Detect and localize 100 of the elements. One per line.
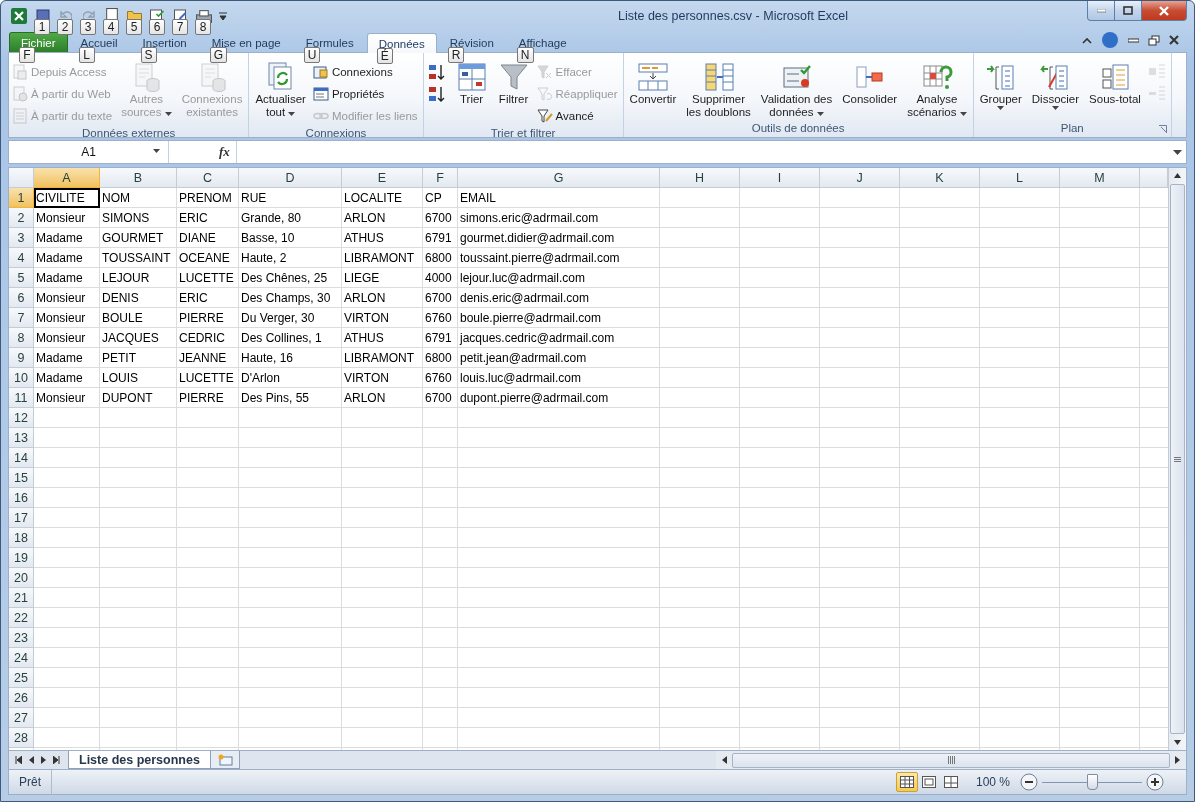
row-header[interactable]: 21 bbox=[9, 588, 34, 608]
table-cell-text: PIERRE bbox=[178, 390, 225, 407]
table-cell-text: PIERRE bbox=[178, 310, 225, 327]
column-header[interactable]: M bbox=[1060, 168, 1140, 188]
ribbon-button[interactable]: Dissocier bbox=[1028, 61, 1083, 110]
column-header bbox=[1140, 168, 1168, 188]
row-header[interactable]: 15 bbox=[9, 468, 34, 488]
ribbon-button[interactable]: Grouper bbox=[976, 61, 1025, 110]
button-label: données bbox=[769, 105, 824, 118]
zoom-level[interactable]: 100 % bbox=[961, 775, 1020, 789]
row-header[interactable]: 13 bbox=[9, 428, 34, 448]
close-icon bbox=[1158, 5, 1170, 16]
ribbon-button[interactable]: Avancé bbox=[536, 106, 620, 126]
ribbon-button[interactable]: Sous-total bbox=[1086, 61, 1144, 106]
row-header[interactable]: 5 bbox=[9, 268, 34, 288]
ribbon-button[interactable]: Filtrer bbox=[494, 61, 533, 106]
group-title: Outils de données bbox=[750, 121, 846, 136]
column-header[interactable]: E bbox=[342, 168, 423, 188]
vertical-scrollbar[interactable] bbox=[1168, 168, 1186, 750]
reapply-filter-icon bbox=[536, 86, 553, 102]
button-label: Validation des bbox=[760, 93, 833, 106]
ribbon-button[interactable]: Convertir bbox=[626, 61, 680, 106]
column-header[interactable]: C bbox=[177, 168, 239, 188]
row-header[interactable]: 6 bbox=[9, 288, 34, 308]
row-header[interactable]: 7 bbox=[9, 308, 34, 328]
row-header[interactable]: 20 bbox=[9, 568, 34, 588]
column-header[interactable]: D bbox=[239, 168, 342, 188]
table-cell-text: TOUSSAINT bbox=[101, 250, 172, 267]
row-header[interactable]: 27 bbox=[9, 708, 34, 728]
row-header[interactable]: 24 bbox=[9, 648, 34, 668]
row-header[interactable]: 28 bbox=[9, 728, 34, 748]
column-header[interactable]: H bbox=[660, 168, 740, 188]
row-header[interactable]: 11 bbox=[9, 388, 34, 408]
grip-icon bbox=[1174, 456, 1181, 462]
keytip-tooltip: L bbox=[78, 47, 95, 63]
view-button[interactable] bbox=[895, 772, 918, 792]
ribbon-button[interactable]: Actualiser tout bbox=[252, 61, 309, 118]
ribbon-button[interactable]: Connexions bbox=[312, 62, 420, 82]
slider-thumb[interactable] bbox=[1087, 774, 1098, 790]
new-sheet-button[interactable] bbox=[210, 751, 240, 769]
table-cell-text: PETIT bbox=[101, 350, 137, 367]
column-header[interactable]: L bbox=[980, 168, 1060, 188]
column-header[interactable]: B bbox=[100, 168, 177, 188]
ribbon-button[interactable]: Validation des données bbox=[757, 61, 836, 118]
table-cell-text: VIRTON bbox=[343, 310, 390, 327]
table-cell-text: ERIC bbox=[178, 210, 209, 227]
row-header[interactable]: 9 bbox=[9, 348, 34, 368]
row-header[interactable]: 23 bbox=[9, 628, 34, 648]
close-button[interactable] bbox=[1141, 1, 1187, 21]
row-header[interactable]: 4 bbox=[9, 248, 34, 268]
row-header[interactable]: 10 bbox=[9, 368, 34, 388]
table-cell-text: ATHUS bbox=[343, 330, 385, 347]
sheet-tab[interactable]: Liste des personnes bbox=[68, 751, 211, 769]
row-header[interactable]: 25 bbox=[9, 668, 34, 688]
row-header[interactable]: 14 bbox=[9, 448, 34, 468]
zoom-out-icon bbox=[1020, 773, 1038, 791]
keytip-tooltip: R bbox=[447, 47, 465, 63]
table-cell-text: RUE bbox=[240, 190, 268, 207]
page-break-icon bbox=[943, 776, 958, 788]
column-header[interactable]: K bbox=[900, 168, 980, 188]
ribbon-button[interactable]: Trier bbox=[452, 61, 491, 106]
row-header[interactable]: 26 bbox=[9, 688, 34, 708]
column-header[interactable]: A bbox=[34, 168, 100, 188]
ribbon-button[interactable]: Analyse scénarios bbox=[904, 61, 970, 118]
button-label: sources bbox=[121, 105, 172, 118]
row-header[interactable]: 16 bbox=[9, 488, 34, 508]
row-header[interactable]: 17 bbox=[9, 508, 34, 528]
button-label: Connexions bbox=[181, 93, 243, 106]
ribbon-button[interactable]: Supprimer les doublons bbox=[683, 61, 754, 118]
table-cell-text: LUCETTE bbox=[178, 370, 235, 387]
table-cell-text: Monsieur bbox=[35, 330, 87, 347]
globe-icon bbox=[12, 86, 28, 102]
scrollbar-thumb[interactable] bbox=[732, 752, 1170, 768]
row-header[interactable]: 18 bbox=[9, 528, 34, 548]
row-header[interactable]: 3 bbox=[9, 228, 34, 248]
row-header[interactable]: 12 bbox=[9, 408, 34, 428]
dialog-launcher-icon[interactable] bbox=[1158, 125, 1167, 133]
table-cell-text: Monsieur bbox=[35, 210, 87, 227]
column-header[interactable]: F bbox=[423, 168, 458, 188]
table-cell-text: Monsieur bbox=[35, 290, 87, 307]
row-header[interactable]: 19 bbox=[9, 548, 34, 568]
maximize-button[interactable] bbox=[1114, 1, 1142, 21]
ribbon-button[interactable]: Consolider bbox=[839, 61, 901, 106]
row-header[interactable]: 8 bbox=[9, 328, 34, 348]
database-icon bbox=[12, 64, 28, 80]
column-header[interactable]: J bbox=[820, 168, 900, 188]
table-cell-text: GOURMET bbox=[101, 230, 165, 247]
minimize-button[interactable] bbox=[1087, 1, 1115, 21]
new-sheet-icon bbox=[216, 753, 233, 766]
row-header[interactable]: 2 bbox=[9, 208, 34, 228]
row-header[interactable]: 1 bbox=[9, 188, 34, 208]
ribbon-button[interactable]: Propriétés bbox=[312, 84, 420, 104]
table-cell-text: LIEGE bbox=[343, 270, 381, 287]
spreadsheet-logo-icon bbox=[10, 7, 28, 25]
sort-ascending-icon bbox=[426, 62, 447, 82]
scrollbar-thumb[interactable] bbox=[1170, 184, 1185, 734]
column-header[interactable]: I bbox=[740, 168, 820, 188]
horizontal-scrollbar[interactable] bbox=[716, 751, 1186, 769]
row-header[interactable]: 22 bbox=[9, 608, 34, 628]
column-header[interactable]: G bbox=[458, 168, 660, 188]
